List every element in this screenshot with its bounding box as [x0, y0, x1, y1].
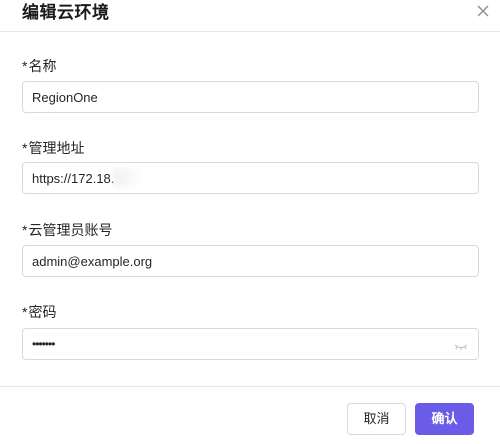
required-mark: * — [22, 140, 28, 156]
required-mark: * — [22, 58, 28, 74]
required-mark: * — [22, 222, 28, 238]
address-label: *管理地址 — [22, 139, 84, 157]
password-input[interactable] — [23, 329, 443, 359]
name-input[interactable] — [23, 82, 443, 112]
account-label-text: 云管理员账号 — [28, 222, 113, 238]
eye-closed-icon[interactable] — [454, 339, 468, 350]
address-input[interactable] — [23, 163, 443, 193]
address-field[interactable] — [22, 162, 479, 194]
account-input[interactable] — [23, 246, 443, 276]
name-label: *名称 — [22, 57, 56, 75]
close-icon[interactable] — [476, 4, 490, 18]
cancel-button[interactable]: 取消 — [347, 403, 406, 435]
redaction-blur — [113, 169, 141, 187]
confirm-button[interactable]: 确认 — [415, 403, 474, 435]
required-mark: * — [22, 304, 28, 320]
account-label: *云管理员账号 — [22, 221, 112, 239]
address-label-text: 管理地址 — [28, 140, 85, 156]
password-field[interactable] — [22, 328, 479, 360]
name-label-text: 名称 — [28, 58, 57, 74]
password-label-text: 密码 — [28, 304, 57, 320]
account-field[interactable] — [22, 245, 479, 277]
edit-cloud-env-dialog: 编辑云环境 *名称 *管理地址 *云管理员账号 *密码 — [0, 0, 500, 444]
dialog-title: 编辑云环境 — [22, 3, 110, 22]
dialog-footer: 取消 确认 — [0, 386, 500, 444]
dialog-header: 编辑云环境 — [0, 0, 500, 32]
name-field[interactable] — [22, 81, 479, 113]
password-label: *密码 — [22, 303, 56, 321]
